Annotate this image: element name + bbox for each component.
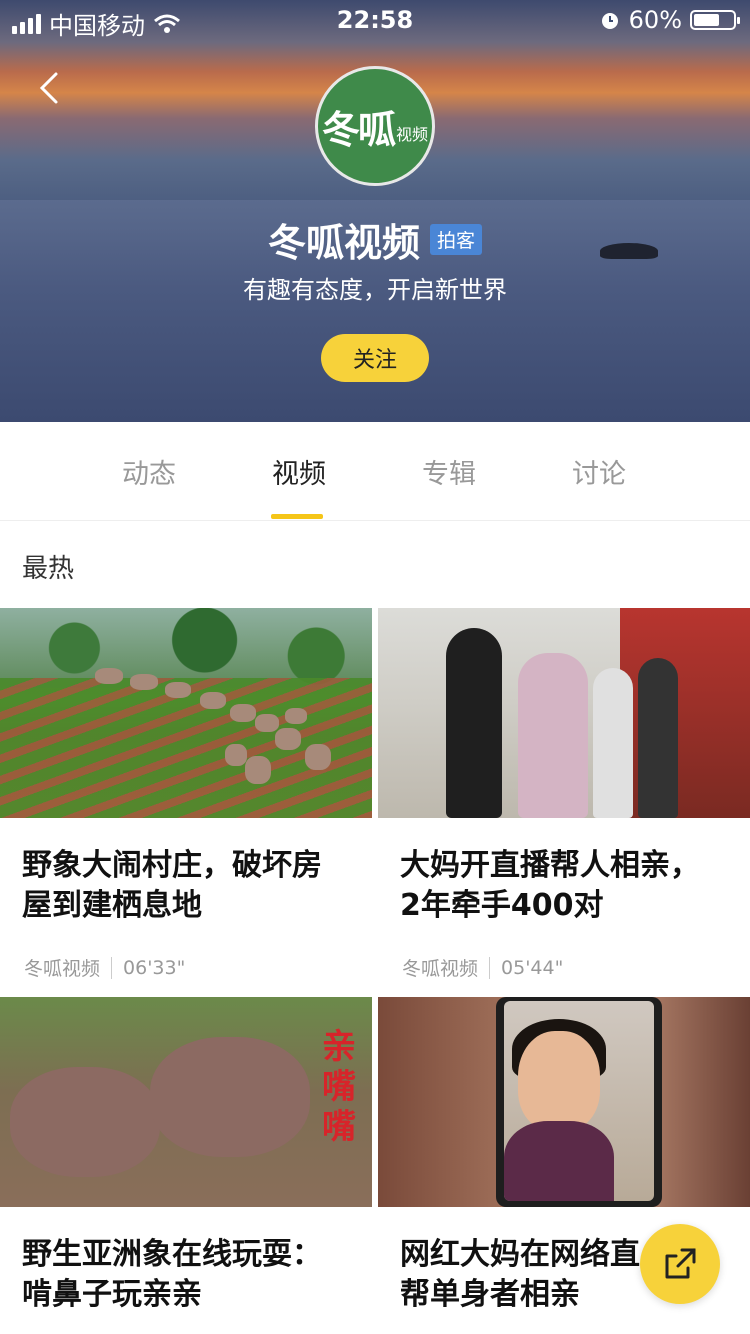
battery-percent: 60% bbox=[628, 6, 682, 34]
video-card[interactable]: 大妈开直播帮人相亲， 2年牵手400对 冬呱视频 05'44" bbox=[378, 608, 750, 981]
tab-discussion[interactable]: 讨论 bbox=[549, 452, 649, 491]
active-tab-indicator bbox=[271, 514, 323, 519]
video-title-line: 野生亚洲象在线玩耍： bbox=[22, 1237, 322, 1272]
channel-name-row: 冬呱视频 拍客 bbox=[0, 212, 750, 267]
profile-header: 中国移动 22:58 60% 冬呱 视频 冬呱视频 拍客 有趣有态度，开启新世界… bbox=[0, 0, 750, 422]
share-button[interactable] bbox=[640, 1224, 720, 1304]
video-duration: 06'33" bbox=[123, 956, 186, 979]
video-title-line: 野象大闹村庄，破坏房 bbox=[22, 848, 322, 883]
meta-divider bbox=[111, 956, 113, 979]
video-thumbnail[interactable] bbox=[378, 997, 750, 1207]
channel-slogan: 有趣有态度，开启新世界 bbox=[243, 276, 507, 304]
chevron-left-icon bbox=[39, 72, 58, 104]
channel-avatar[interactable]: 冬呱 视频 bbox=[315, 66, 435, 186]
tab-album[interactable]: 专辑 bbox=[399, 452, 499, 491]
video-meta: 冬呱视频 05'44" bbox=[378, 954, 750, 981]
video-card[interactable]: 亲嘴嘴 野生亚洲象在线玩耍： 啃鼻子玩亲亲 bbox=[0, 997, 372, 1315]
video-title-line: 屋到建栖息地 bbox=[22, 888, 202, 923]
battery-icon bbox=[690, 10, 740, 30]
tab-video[interactable]: 视频 bbox=[249, 452, 349, 491]
channel-tag-badge: 拍客 bbox=[430, 224, 483, 255]
logo-small-text: 视频 bbox=[396, 125, 429, 144]
meta-divider bbox=[489, 956, 491, 979]
video-duration: 05'44" bbox=[501, 956, 564, 979]
video-title-line: 大妈开直播帮人相亲， bbox=[400, 848, 700, 883]
tab-dongtai[interactable]: 动态 bbox=[99, 452, 199, 491]
video-author: 冬呱视频 bbox=[24, 958, 101, 980]
channel-name: 冬呱视频 bbox=[267, 221, 420, 265]
alarm-icon bbox=[601, 13, 618, 29]
video-thumbnail[interactable]: 亲嘴嘴 bbox=[0, 997, 372, 1207]
status-bar: 中国移动 22:58 60% bbox=[0, 0, 750, 40]
tab-bar: 动态 视频 专辑 讨论 bbox=[0, 422, 750, 521]
video-author: 冬呱视频 bbox=[402, 958, 479, 980]
video-title-line: 啃鼻子玩亲亲 bbox=[22, 1277, 202, 1312]
logo-text: 冬呱 bbox=[321, 107, 396, 152]
video-title[interactable]: 野生亚洲象在线玩耍： 啃鼻子玩亲亲 bbox=[0, 1235, 372, 1315]
video-card[interactable]: 野象大闹村庄，破坏房 屋到建栖息地 冬呱视频 06'33" bbox=[0, 608, 372, 981]
back-button[interactable] bbox=[30, 66, 74, 110]
video-title-line: 2年牵手400对 bbox=[400, 888, 604, 923]
status-right: 60% bbox=[599, 6, 740, 34]
video-thumbnail[interactable] bbox=[378, 608, 750, 818]
section-title: 最热 bbox=[22, 554, 75, 584]
video-title[interactable]: 大妈开直播帮人相亲， 2年牵手400对 bbox=[378, 846, 750, 926]
video-meta: 冬呱视频 06'33" bbox=[0, 954, 372, 981]
video-title[interactable]: 野象大闹村庄，破坏房 屋到建栖息地 bbox=[0, 846, 372, 926]
video-thumbnail[interactable] bbox=[0, 608, 372, 818]
thumbnail-overlay-text: 亲嘴嘴 bbox=[322, 1027, 356, 1147]
share-icon bbox=[665, 1248, 696, 1279]
follow-button[interactable]: 关注 bbox=[321, 334, 429, 382]
